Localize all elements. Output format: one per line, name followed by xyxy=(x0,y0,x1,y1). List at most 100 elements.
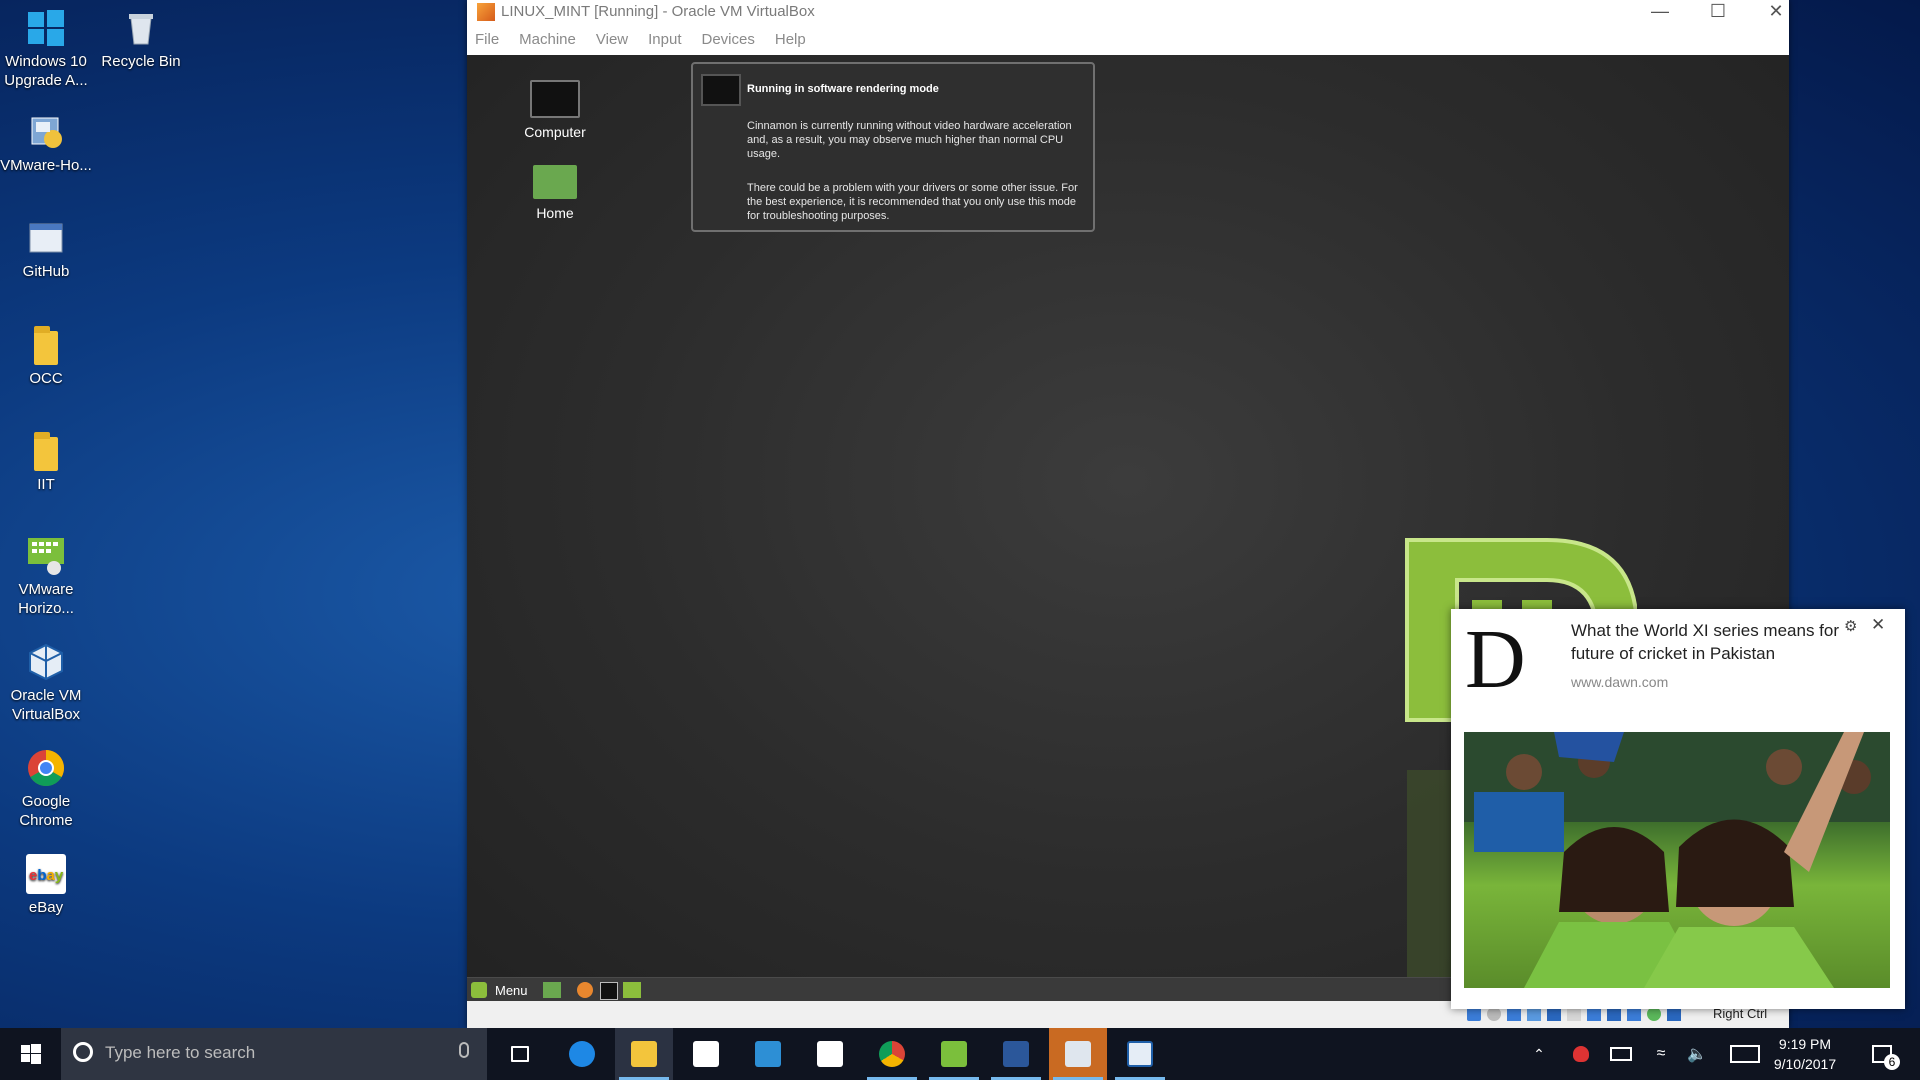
taskbar-edge[interactable] xyxy=(553,1028,611,1080)
desktop-icon-iit[interactable]: IIT xyxy=(0,431,92,494)
show-hidden-icons-button[interactable]: ⌃ xyxy=(1524,1028,1554,1080)
cortana-icon xyxy=(73,1042,93,1062)
maximize-button[interactable]: ☐ xyxy=(1695,0,1741,24)
desktop-icon-label: VMware-Ho... xyxy=(0,157,92,174)
desktop-icon-label: Google Chrome xyxy=(19,793,73,829)
taskbar-pandora[interactable] xyxy=(739,1028,797,1080)
windows-taskbar: Type here to search ⌃ ≈ 🔈 9:19 PM 9/10/2… xyxy=(0,1028,1920,1080)
video-capture-icon[interactable] xyxy=(1607,1007,1621,1021)
menu-file[interactable]: File xyxy=(475,31,499,48)
mint-icon-home[interactable]: Home xyxy=(510,165,600,221)
hdd-icon[interactable] xyxy=(1467,1007,1481,1021)
taskbar-virtualbox[interactable] xyxy=(1111,1028,1169,1080)
shared-folder-icon[interactable] xyxy=(1567,1007,1581,1021)
search-placeholder: Type here to search xyxy=(105,1043,256,1062)
menu-devices[interactable]: Devices xyxy=(702,31,755,48)
mint-icon-label: Computer xyxy=(524,124,586,140)
action-center-button[interactable]: 6 xyxy=(1862,1028,1902,1080)
show-desktop-icon[interactable] xyxy=(543,982,561,998)
github-icon xyxy=(26,218,66,258)
taskbar-virtualbox-vm[interactable] xyxy=(1049,1028,1107,1080)
mint-logo-icon xyxy=(471,982,487,998)
start-button[interactable] xyxy=(2,1028,60,1080)
window-titlebar[interactable]: LINUX_MINT [Running] - Oracle VM Virtual… xyxy=(467,0,1789,24)
menu-help[interactable]: Help xyxy=(775,31,806,48)
recycle-bin-icon xyxy=(121,8,161,48)
volume-icon[interactable]: 🔈 xyxy=(1682,1028,1712,1080)
desktop-icon-github[interactable]: GitHub xyxy=(0,218,92,281)
desktop-icon-label: GitHub xyxy=(22,263,70,280)
desktop-icon-label: Oracle VM VirtualBox xyxy=(10,687,82,723)
window-title: LINUX_MINT [Running] - Oracle VM Virtual… xyxy=(501,3,815,20)
desktop-icon-vmware-horizon[interactable]: VMware Horizo... xyxy=(0,536,92,618)
keyboard-capture-icon[interactable] xyxy=(1667,1007,1681,1021)
chrome-icon xyxy=(879,1041,905,1067)
keyboard-icon[interactable] xyxy=(1727,1028,1763,1080)
task-view-button[interactable] xyxy=(491,1028,549,1080)
audio-icon[interactable] xyxy=(1507,1007,1521,1021)
virtualbox-icon xyxy=(26,642,66,682)
optical-drive-icon[interactable] xyxy=(1487,1007,1501,1021)
firefox-icon[interactable] xyxy=(577,982,593,998)
desktop-icon-vmware-ho[interactable]: VMware-Ho... xyxy=(0,112,92,175)
display-icon[interactable] xyxy=(1587,1007,1601,1021)
desktop-icon-occ[interactable]: OCC xyxy=(0,325,92,388)
cpu-icon[interactable] xyxy=(1627,1007,1641,1021)
desktop-icon-recycle-bin[interactable]: Recycle Bin xyxy=(95,8,187,71)
terminal-icon[interactable] xyxy=(600,982,618,1000)
taskbar-store[interactable] xyxy=(677,1028,735,1080)
desktop-icon-label: Recycle Bin xyxy=(101,53,181,70)
mint-icon-label: Home xyxy=(536,205,574,221)
toast-source: www.dawn.com xyxy=(1571,674,1669,690)
amazon-icon xyxy=(817,1041,843,1067)
task-view-icon xyxy=(511,1046,529,1062)
desktop-icon-label: IIT xyxy=(37,476,55,493)
files-icon[interactable] xyxy=(623,982,641,998)
taskbar-vmware-horizon[interactable] xyxy=(925,1028,983,1080)
taskbar-chrome[interactable] xyxy=(863,1028,921,1080)
notification-text: Cinnamon is currently running without vi… xyxy=(747,120,1072,160)
status-device-icons[interactable] xyxy=(1467,1007,1681,1021)
mint-menu-button[interactable]: Menu xyxy=(471,980,528,1000)
taskbar-amazon[interactable] xyxy=(801,1028,859,1080)
gear-icon[interactable]: ⚙ xyxy=(1844,617,1857,635)
file-explorer-icon xyxy=(631,1041,657,1067)
menu-view[interactable]: View xyxy=(596,31,628,48)
usb-icon[interactable] xyxy=(1547,1007,1561,1021)
battery-icon[interactable] xyxy=(1606,1028,1636,1080)
monitor-icon xyxy=(701,74,741,106)
wifi-icon[interactable]: ≈ xyxy=(1646,1028,1676,1080)
edge-icon xyxy=(569,1041,595,1067)
close-icon[interactable]: ✕ xyxy=(1871,615,1885,635)
taskbar-search-box[interactable]: Type here to search xyxy=(61,1028,487,1080)
news-toast-notification[interactable]: D What the World XI series means for fut… xyxy=(1451,609,1905,1009)
desktop-icon-virtualbox[interactable]: Oracle VM VirtualBox xyxy=(0,642,92,724)
minimize-button[interactable]: — xyxy=(1637,0,1683,24)
security-icon[interactable] xyxy=(1566,1028,1596,1080)
desktop-icon-windows10-upgrade[interactable]: Windows 10 Upgrade A... xyxy=(0,8,92,90)
windows-logo-icon xyxy=(26,8,66,48)
mint-menu-label: Menu xyxy=(495,982,528,998)
mint-icon-computer[interactable]: Computer xyxy=(510,80,600,140)
software-rendering-notification[interactable]: Running in software rendering mode Cinna… xyxy=(691,62,1095,232)
desktop-icon-label: OCC xyxy=(29,370,63,387)
network-icon[interactable] xyxy=(1527,1007,1541,1021)
toast-title[interactable]: What the World XI series means for futur… xyxy=(1571,619,1841,665)
home-folder-icon xyxy=(533,165,577,199)
news-photo[interactable] xyxy=(1464,732,1890,988)
clock[interactable]: 9:19 PM 9/10/2017 xyxy=(1766,1028,1844,1080)
microphone-icon[interactable] xyxy=(459,1042,469,1058)
desktop-icon-google-chrome[interactable]: Google Chrome xyxy=(0,748,92,830)
vmware-installer-icon xyxy=(26,112,66,152)
taskbar-word[interactable] xyxy=(987,1028,1045,1080)
taskbar-file-explorer[interactable] xyxy=(615,1028,673,1080)
close-button[interactable]: ✕ xyxy=(1753,0,1799,24)
vmware-horizon-icon xyxy=(26,536,66,576)
menu-input[interactable]: Input xyxy=(648,31,681,48)
notification-heading: Running in software rendering mode xyxy=(747,83,939,95)
vmware-horizon-icon xyxy=(941,1041,967,1067)
menu-machine[interactable]: Machine xyxy=(519,31,576,48)
mouse-integration-icon[interactable] xyxy=(1647,1007,1661,1021)
desktop-icon-ebay[interactable]: ebay eBay xyxy=(0,854,92,917)
clock-time: 9:19 PM xyxy=(1778,1036,1832,1052)
